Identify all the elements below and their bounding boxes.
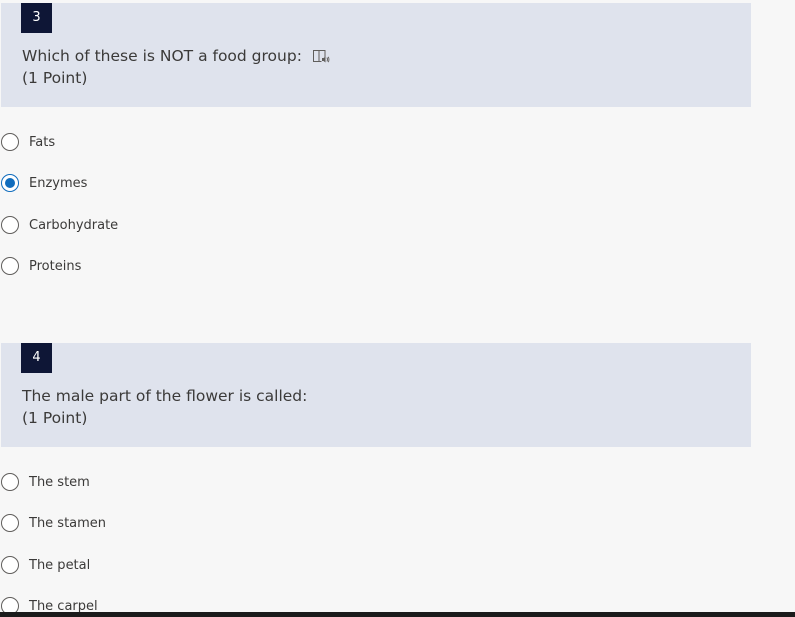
radio-button[interactable] (1, 556, 19, 574)
option-label: The stamen (29, 515, 107, 531)
question-points: (1 Point) (22, 409, 88, 427)
option-fats[interactable]: Fats (1, 132, 55, 152)
option-label: The stem (29, 474, 90, 490)
question-number-badge: 4 (21, 343, 52, 373)
question-points: (1 Point) (22, 69, 88, 87)
question-title-text: The male part of the flower is called: (22, 387, 308, 405)
immersive-reader-icon[interactable] (312, 48, 330, 64)
option-enzymes[interactable]: Enzymes (1, 173, 87, 193)
bottom-bar (0, 612, 795, 617)
form-page: 3 Which of these is NOT a food group: (1… (0, 0, 795, 617)
question-number-badge: 3 (21, 3, 52, 33)
option-the-stamen[interactable]: The stamen (1, 513, 106, 533)
question-4: 4 The male part of the flower is called:… (0, 343, 795, 615)
option-the-stem[interactable]: The stem (1, 472, 90, 492)
question-header: 4 The male part of the flower is called:… (1, 343, 751, 447)
radio-button[interactable] (1, 514, 19, 532)
option-carbohydrate[interactable]: Carbohydrate (1, 215, 118, 235)
option-label: Fats (29, 134, 56, 150)
option-label: Proteins (29, 258, 82, 274)
question-title: The male part of the flower is called: (22, 385, 307, 407)
radio-button[interactable] (1, 133, 19, 151)
option-label: Enzymes (29, 175, 88, 191)
radio-button[interactable] (1, 257, 19, 275)
question-title-text: Which of these is NOT a food group: (22, 47, 302, 65)
question-title: Which of these is NOT a food group: (22, 45, 330, 67)
option-proteins[interactable]: Proteins (1, 256, 81, 276)
radio-button-selected[interactable] (1, 174, 19, 192)
radio-button[interactable] (1, 473, 19, 491)
option-label: The petal (29, 557, 91, 573)
question-3: 3 Which of these is NOT a food group: (1… (0, 3, 795, 275)
option-label: Carbohydrate (29, 217, 119, 233)
radio-button[interactable] (1, 216, 19, 234)
option-the-petal[interactable]: The petal (1, 555, 90, 575)
question-header: 3 Which of these is NOT a food group: (1… (1, 3, 751, 107)
